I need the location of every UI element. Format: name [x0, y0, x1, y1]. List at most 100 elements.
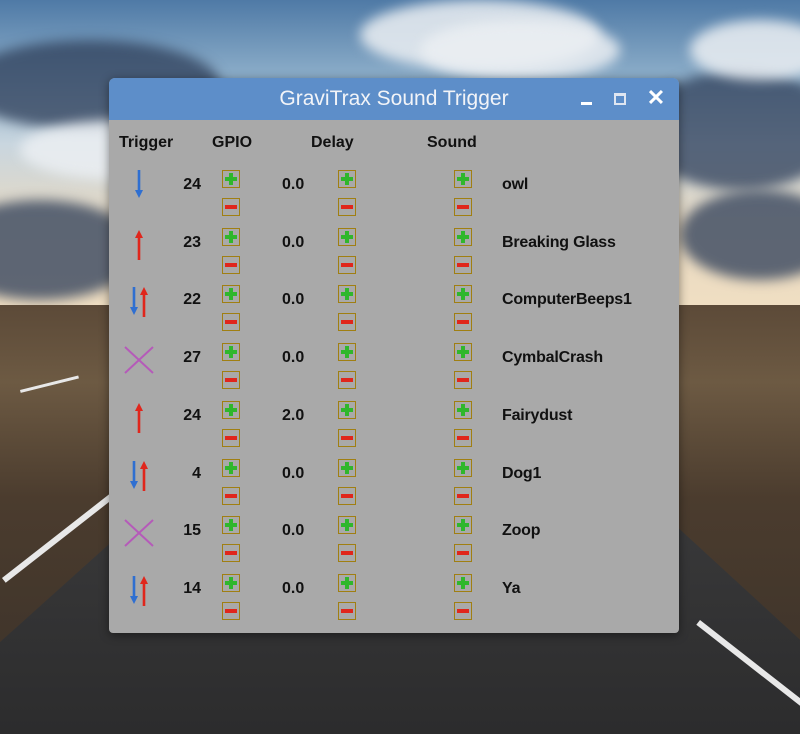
- table-row: 14 0.0 Ya: [109, 568, 679, 626]
- gpio-value: 22: [183, 291, 201, 309]
- arrow-up-down-icon[interactable]: [121, 572, 157, 606]
- main-panel: Trigger GPIO Delay Sound 24 0.0 owl 23 0…: [109, 120, 679, 633]
- delay-value: 2.0: [282, 406, 305, 424]
- gpio-plus-button[interactable]: [222, 343, 240, 362]
- delay-plus-button[interactable]: [338, 516, 356, 535]
- minus-icon: [225, 551, 237, 556]
- gpio-plus-button[interactable]: [222, 458, 240, 477]
- title-bar[interactable]: GraviTrax Sound Trigger ✕: [109, 78, 679, 120]
- sound-minus-button[interactable]: [454, 544, 472, 563]
- arrow-up-icon[interactable]: [121, 399, 157, 433]
- gpio-minus-button[interactable]: [222, 544, 240, 563]
- gpio-minus-button[interactable]: [222, 313, 240, 332]
- arrow-up-down-icon[interactable]: [121, 283, 157, 318]
- sound-plus-button[interactable]: [454, 458, 472, 477]
- sound-minus-button[interactable]: [454, 601, 472, 620]
- minus-icon: [341, 493, 353, 498]
- header-trigger: Trigger: [119, 134, 174, 151]
- plus-icon: [341, 519, 353, 532]
- cross-icon[interactable]: [121, 341, 157, 375]
- delay-value: 0.0: [282, 233, 305, 251]
- sound-minus-button[interactable]: [454, 198, 472, 216]
- sound-plus-button[interactable]: [454, 343, 472, 362]
- gpio-value: 24: [183, 176, 201, 193]
- cross-icon[interactable]: [121, 514, 157, 548]
- gpio-minus-button[interactable]: [222, 198, 240, 216]
- maximize-icon[interactable]: [612, 91, 628, 107]
- sound-plus-button[interactable]: [454, 227, 472, 246]
- delay-plus-button[interactable]: [338, 227, 356, 246]
- delay-minus-button[interactable]: [338, 544, 356, 563]
- sound-name: ComputerBeeps1: [502, 291, 632, 309]
- gpio-plus-button[interactable]: [222, 400, 240, 419]
- minus-icon: [457, 378, 469, 383]
- minus-icon: [225, 205, 237, 209]
- arrow-up-down-icon[interactable]: [121, 457, 157, 491]
- sound-minus-button[interactable]: [454, 255, 472, 274]
- delay-minus-button[interactable]: [338, 486, 356, 505]
- app-window: GraviTrax Sound Trigger ✕ Trigger GPIO D…: [109, 78, 679, 633]
- minus-icon: [225, 493, 237, 498]
- delay-value: 0.0: [282, 176, 305, 193]
- arrow-up-icon[interactable]: [121, 226, 157, 260]
- plus-icon: [225, 461, 237, 474]
- close-icon[interactable]: ✕: [646, 87, 666, 109]
- gpio-value: 4: [192, 464, 201, 482]
- sound-plus-button[interactable]: [454, 285, 472, 304]
- sound-name: Ya: [502, 579, 521, 597]
- header-gpio: GPIO: [212, 134, 253, 151]
- gpio-plus-button[interactable]: [222, 573, 240, 592]
- plus-icon: [341, 346, 353, 359]
- delay-plus-button[interactable]: [338, 170, 356, 188]
- gpio-minus-button[interactable]: [222, 428, 240, 447]
- delay-value: 0.0: [282, 291, 305, 309]
- minus-icon: [457, 551, 469, 556]
- arrow-down-icon[interactable]: [121, 168, 157, 202]
- sound-plus-button[interactable]: [454, 573, 472, 592]
- minus-icon: [341, 435, 353, 440]
- plus-icon: [225, 519, 237, 532]
- delay-plus-button[interactable]: [338, 573, 356, 592]
- sound-minus-button[interactable]: [454, 428, 472, 447]
- sound-plus-button[interactable]: [454, 400, 472, 419]
- delay-minus-button[interactable]: [338, 198, 356, 216]
- delay-minus-button[interactable]: [338, 428, 356, 447]
- plus-icon: [457, 576, 469, 589]
- gpio-minus-button[interactable]: [222, 486, 240, 505]
- gpio-plus-button[interactable]: [222, 516, 240, 535]
- gpio-plus-button[interactable]: [222, 227, 240, 246]
- delay-plus-button[interactable]: [338, 343, 356, 362]
- delay-plus-button[interactable]: [338, 400, 356, 419]
- gpio-value: 14: [183, 579, 201, 597]
- delay-minus-button[interactable]: [338, 601, 356, 620]
- sound-name: Breaking Glass: [502, 233, 616, 251]
- gpio-minus-button[interactable]: [222, 371, 240, 390]
- gpio-value: 23: [183, 233, 201, 251]
- plus-icon: [457, 173, 469, 185]
- plus-icon: [457, 403, 469, 416]
- gpio-plus-button[interactable]: [222, 170, 240, 188]
- sound-plus-button[interactable]: [454, 170, 472, 188]
- gpio-plus-button[interactable]: [222, 285, 240, 304]
- delay-plus-button[interactable]: [338, 285, 356, 304]
- plus-icon: [341, 288, 353, 301]
- delay-plus-button[interactable]: [338, 458, 356, 477]
- minus-icon: [225, 262, 237, 267]
- table-row: 24 2.0 Fairydust: [109, 395, 679, 453]
- gpio-minus-button[interactable]: [222, 255, 240, 274]
- delay-minus-button[interactable]: [338, 255, 356, 274]
- minus-icon: [457, 493, 469, 498]
- sound-minus-button[interactable]: [454, 371, 472, 390]
- sound-minus-button[interactable]: [454, 486, 472, 505]
- sound-minus-button[interactable]: [454, 313, 472, 332]
- delay-minus-button[interactable]: [338, 313, 356, 332]
- delay-minus-button[interactable]: [338, 371, 356, 390]
- gpio-value: 27: [183, 349, 201, 367]
- plus-icon: [225, 288, 237, 301]
- minimize-icon[interactable]: [579, 91, 595, 107]
- gpio-minus-button[interactable]: [222, 601, 240, 620]
- minus-icon: [457, 262, 469, 267]
- plus-icon: [457, 461, 469, 474]
- sound-name: Dog1: [502, 464, 542, 482]
- sound-plus-button[interactable]: [454, 516, 472, 535]
